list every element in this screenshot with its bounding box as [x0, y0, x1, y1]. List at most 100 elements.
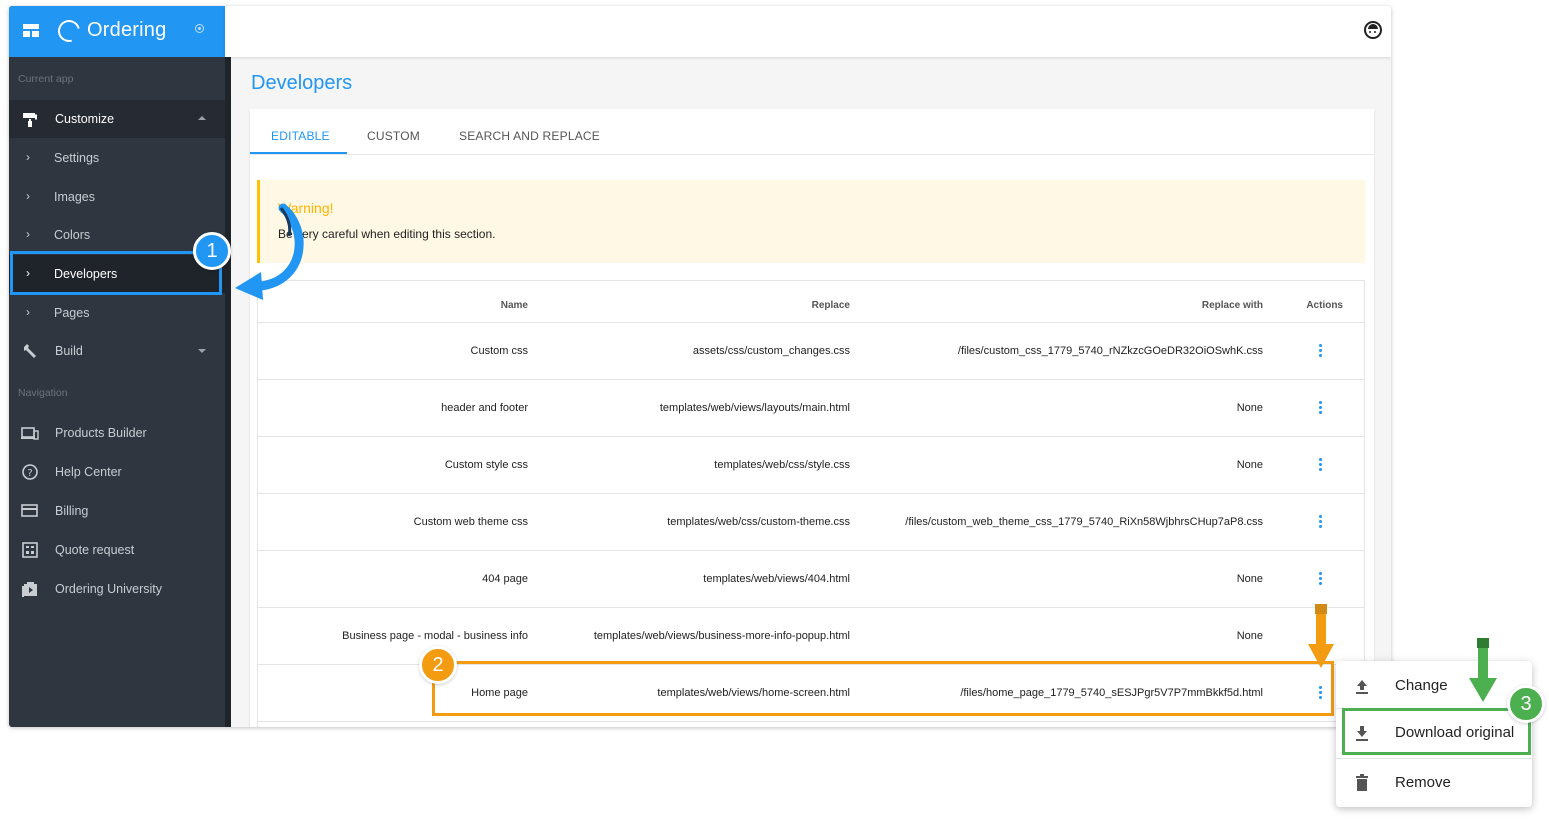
more-vert-icon[interactable] — [1316, 514, 1326, 530]
page-title: Developers — [251, 72, 353, 94]
sidebar-scrollbar[interactable] — [225, 6, 231, 727]
chevron-right-icon: › — [26, 227, 30, 241]
devices-icon — [21, 427, 39, 440]
trash-icon — [1356, 774, 1368, 791]
more-vert-icon[interactable] — [1316, 457, 1326, 473]
sidebar-item-label: Pages — [54, 306, 90, 320]
cell-replace: templates/web/views/business-more-info-p… — [593, 630, 850, 642]
brand-name: Ordering — [87, 19, 167, 41]
section-label-navigation: Navigation — [18, 387, 68, 399]
cell-replace-with: None — [1236, 573, 1263, 585]
section-label-current-app: Current app — [18, 73, 74, 85]
sidebar-item-help-center[interactable]: ? Help Center — [9, 453, 225, 491]
sidebar-item-label: Build — [55, 344, 83, 358]
sidebar-item-build[interactable]: Build — [9, 332, 225, 370]
step-badge-1: 1 — [193, 232, 231, 270]
sidebar-item-ordering-university[interactable]: Ordering University — [9, 570, 225, 608]
column-header-name: Name — [500, 300, 528, 311]
cell-replace-with: None — [1236, 459, 1263, 471]
column-header-actions: Actions — [1306, 300, 1343, 311]
arrow-down-icon — [1308, 604, 1334, 668]
sidebar-item-label: Customize — [55, 112, 115, 126]
sidebar-item-label: Help Center — [55, 465, 122, 479]
sidebar-item-label: Images — [54, 190, 95, 204]
sidebar-item-images[interactable]: › Images — [9, 178, 225, 216]
cell-replace: templates/web/views/404.html — [703, 573, 850, 585]
wrench-icon — [24, 344, 36, 358]
cell-name: Custom css — [470, 345, 528, 357]
cell-name: Custom web theme css — [413, 516, 528, 528]
chevron-right-icon: › — [26, 150, 30, 164]
app-window: Ordering Current app Customize › Setting… — [9, 6, 1391, 727]
chevron-right-icon: › — [26, 305, 30, 319]
step-badge-3: 3 — [1507, 685, 1545, 723]
sidebar-item-label: Quote request — [55, 543, 135, 557]
more-vert-icon[interactable] — [1316, 343, 1326, 359]
ordering-logo-icon — [53, 15, 85, 47]
sidebar-item-quote-request[interactable]: Quote request — [9, 531, 225, 569]
table-row — [258, 721, 1364, 727]
active-tab-indicator — [250, 152, 347, 154]
cell-replace: templates/web/css/style.css — [714, 459, 850, 471]
menu-item-remove[interactable]: Remove — [1336, 760, 1532, 804]
arrow-down-icon — [1469, 638, 1497, 702]
calculator-icon — [22, 542, 38, 558]
developers-card: EDITABLE CUSTOM SEARCH AND REPLACE Warni… — [250, 109, 1374, 727]
table-row: 404 page templates/web/views/404.html No… — [258, 550, 1364, 607]
upload-icon — [1356, 680, 1368, 694]
sidebar-item-label: Settings — [54, 151, 100, 165]
table-row: Custom css assets/css/custom_changes.css… — [258, 322, 1364, 379]
sidebar-item-label: Products Builder — [55, 426, 147, 440]
status-dot-icon — [195, 24, 204, 33]
table-row: header and footer templates/web/views/la… — [258, 379, 1364, 436]
cell-replace: assets/css/custom_changes.css — [692, 345, 850, 357]
video-library-icon — [22, 582, 37, 597]
sidebar-item-pages[interactable]: › Pages — [9, 294, 225, 332]
column-header-replace-with: Replace with — [1201, 300, 1263, 311]
brand-bar: Ordering — [9, 6, 225, 57]
sidebar-item-products-builder[interactable]: Products Builder — [9, 414, 225, 452]
step-badge-2: 2 — [419, 646, 457, 684]
user-avatar-icon[interactable] — [1364, 21, 1382, 39]
svg-text:?: ? — [27, 468, 32, 479]
menu-item-label: Change — [1395, 677, 1448, 694]
highlight-box-home-page-row — [432, 661, 1334, 716]
cell-replace: templates/web/css/custom-theme.css — [667, 516, 850, 528]
menu-item-change[interactable]: Change — [1336, 663, 1532, 707]
help-circle-icon: ? — [22, 464, 38, 480]
menu-item-label: Remove — [1395, 774, 1451, 791]
cell-name: Custom style css — [444, 459, 528, 471]
table-row: Custom style css templates/web/css/style… — [258, 436, 1364, 493]
expand-caret-icon — [198, 349, 206, 353]
sidebar: Ordering Current app Customize › Setting… — [9, 6, 225, 727]
table-row: Custom web theme css templates/web/css/c… — [258, 493, 1364, 550]
sidebar-item-settings[interactable]: › Settings — [9, 139, 225, 177]
warning-alert: Warning! Be very careful when editing th… — [257, 180, 1365, 263]
tab-editable[interactable]: EDITABLE — [271, 129, 330, 143]
sidebar-item-customize[interactable]: Customize — [9, 100, 225, 138]
credit-card-icon — [21, 504, 38, 517]
cell-replace-with: None — [1236, 402, 1263, 414]
column-header-replace: Replace — [811, 300, 850, 311]
more-vert-icon[interactable] — [1316, 571, 1326, 587]
cell-replace: templates/web/views/layouts/main.html — [659, 402, 850, 414]
curved-arrow-icon — [235, 203, 304, 300]
tab-custom[interactable]: CUSTOM — [367, 129, 420, 143]
apps-menu-icon[interactable] — [23, 24, 39, 37]
sidebar-item-label: Ordering University — [55, 582, 162, 596]
tab-divider — [250, 154, 1374, 155]
cell-replace-with: None — [1236, 630, 1263, 642]
tab-search-and-replace[interactable]: SEARCH AND REPLACE — [459, 129, 600, 143]
cell-name: 404 page — [482, 573, 528, 585]
sidebar-item-label: Billing — [55, 504, 89, 518]
cell-replace-with: /files/custom_css_1779_5740_rNZkzcGOeDR3… — [957, 345, 1263, 357]
cell-name: header and footer — [441, 402, 528, 414]
collapse-caret-icon — [198, 116, 206, 120]
more-vert-icon[interactable] — [1316, 400, 1326, 416]
cell-name: Business page - modal - business info — [342, 630, 528, 642]
highlight-box-developers — [10, 251, 222, 295]
highlight-box-download-original — [1342, 708, 1531, 755]
cell-replace-with: /files/custom_web_theme_css_1779_5740_Ri… — [905, 516, 1263, 528]
menu-divider — [1336, 758, 1532, 759]
sidebar-item-billing[interactable]: Billing — [9, 492, 225, 530]
